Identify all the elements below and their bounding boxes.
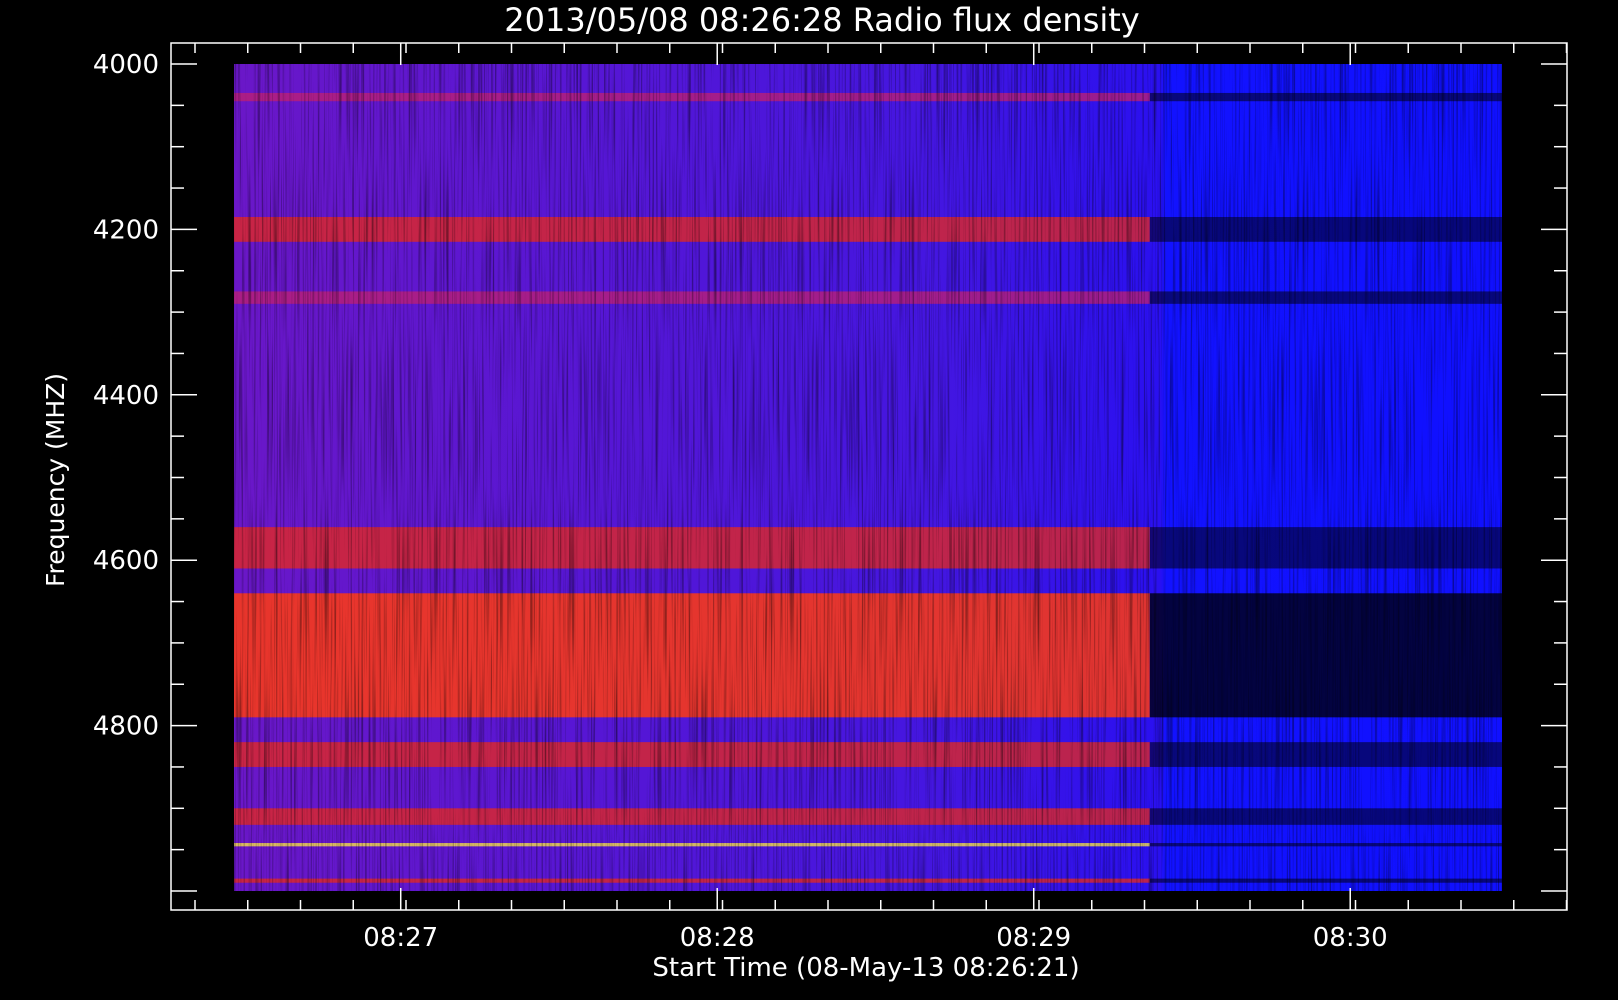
x-axis-label: Start Time (08-May-13 08:26:21) xyxy=(652,953,1079,983)
chart-title: 2013/05/08 08:26:28 Radio flux density xyxy=(504,1,1139,39)
y-tick-label: 4000 xyxy=(93,50,159,80)
y-tick-label: 4400 xyxy=(93,381,159,411)
y-axis-label: Frequency (MHZ) xyxy=(41,373,70,587)
y-tick-label: 4800 xyxy=(93,712,159,742)
heatmap-texture xyxy=(234,64,1502,891)
heatmap xyxy=(234,64,1502,891)
x-tick-label: 08:29 xyxy=(996,923,1071,953)
x-tick-label: 08:27 xyxy=(363,923,438,953)
x-tick-label: 08:28 xyxy=(680,923,755,953)
y-tick-label: 4600 xyxy=(93,546,159,576)
spectrogram-chart: 2013/05/08 08:26:28 Radio flux density 4… xyxy=(41,1,1568,983)
y-tick-label: 4200 xyxy=(93,215,159,245)
x-tick-label: 08:30 xyxy=(1313,923,1388,953)
